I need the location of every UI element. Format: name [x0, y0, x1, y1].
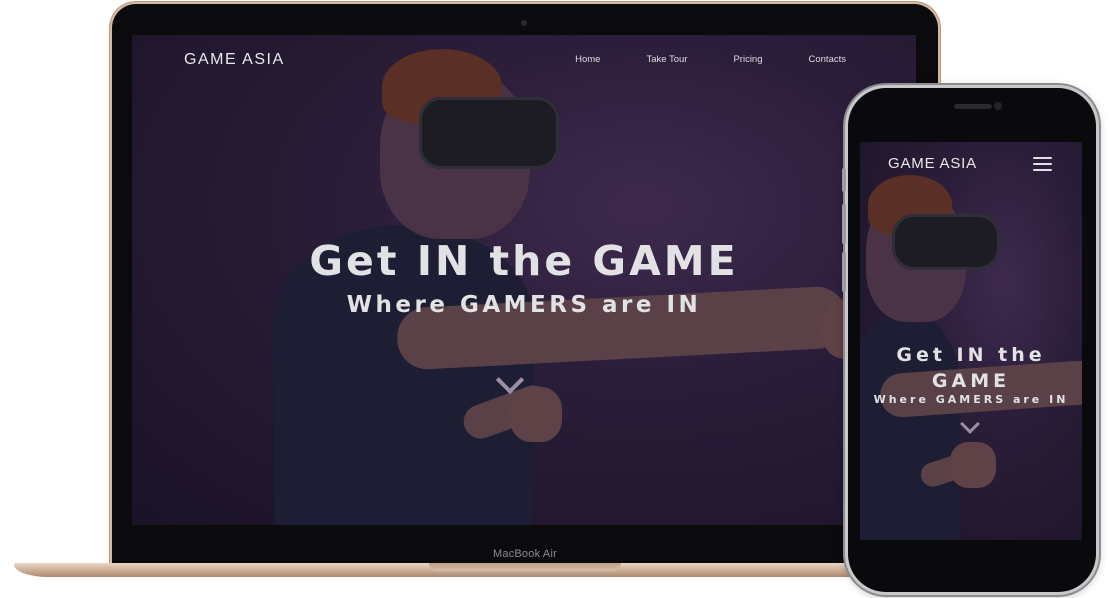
nav-contacts-link[interactable]: Contacts [809, 54, 847, 65]
laptop-model-label: MacBook Air [493, 548, 557, 560]
phone-website-screen: GAME ASIA Get IN the GAME Where GAMERS a… [860, 142, 1082, 540]
site-logo[interactable]: GAME ASIA [184, 51, 285, 69]
chevron-down-icon[interactable] [960, 414, 980, 434]
hamburger-menu-icon[interactable] [1033, 157, 1052, 175]
phone-side-button [842, 168, 846, 192]
hero-title: Get IN the GAME [309, 237, 739, 285]
main-nav: Home Take Tour Pricing Contacts [575, 54, 846, 65]
laptop-website-screen: GAME ASIA Home Take Tour Pricing Contact… [132, 35, 916, 525]
phone-speaker [954, 104, 992, 109]
hero-subtitle: Where GAMERS are IN [346, 292, 702, 318]
phone-volume-up-button [842, 204, 846, 244]
nav-take-tour-link[interactable]: Take Tour [646, 54, 687, 65]
laptop-hinge-notch [429, 563, 621, 571]
hero-title: Get IN the GAME [896, 344, 1046, 392]
nav-pricing-link[interactable]: Pricing [733, 54, 762, 65]
hero-subtitle: Where GAMERS are IN [873, 393, 1069, 406]
nav-home-link[interactable]: Home [575, 54, 600, 65]
laptop-camera [521, 20, 527, 26]
phone-volume-down-button [842, 252, 846, 292]
site-logo[interactable]: GAME ASIA [888, 155, 977, 172]
phone-camera [994, 102, 1002, 110]
